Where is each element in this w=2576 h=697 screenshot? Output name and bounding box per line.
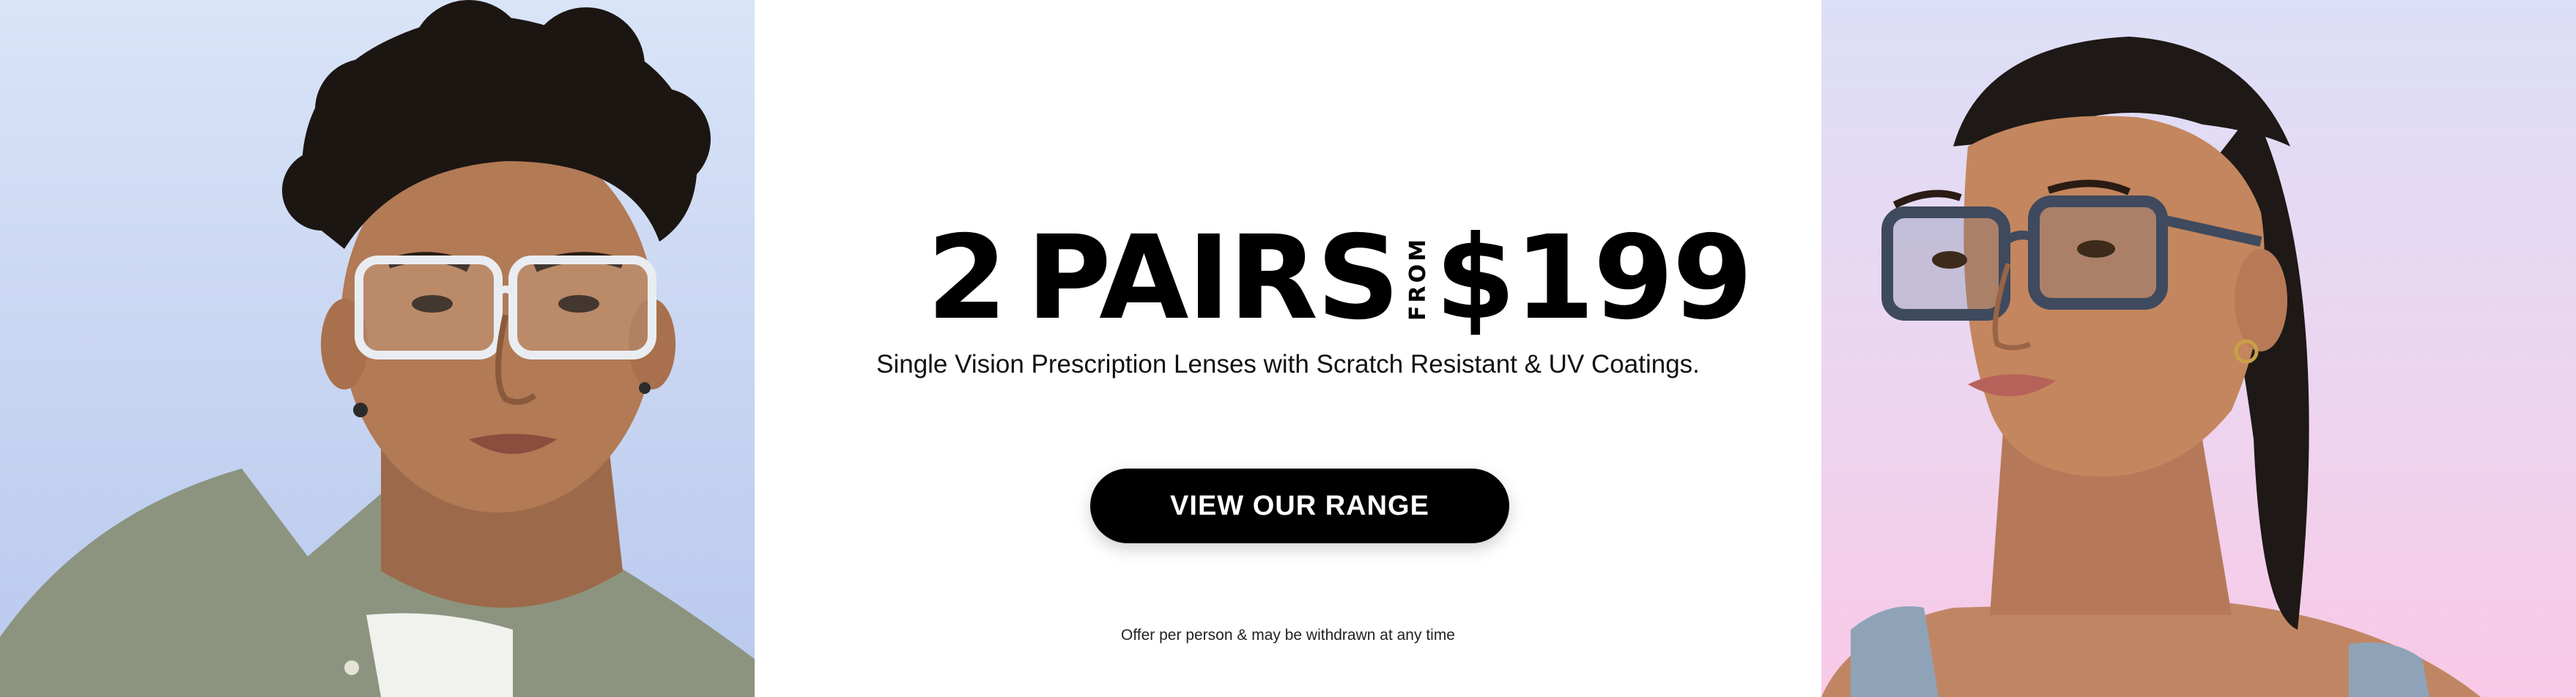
promo-headline: 2 PAIRS FROM $199 [927, 211, 1753, 346]
female-model-image [1821, 37, 2481, 697]
promo-banner: 2 PAIRS FROM $199 Single Vision Prescrip… [0, 0, 2576, 697]
pairs-count: 2 [927, 211, 1007, 346]
price: $199 [1435, 211, 1753, 346]
pairs-label: PAIRS [1026, 211, 1400, 346]
right-model-panel [1821, 0, 2576, 697]
from-label: FROM [1404, 236, 1431, 321]
left-model-panel [0, 0, 755, 697]
offer-disclaimer: Offer per person & may be withdrawn at a… [1121, 627, 1455, 644]
promo-subtitle: Single Vision Prescription Lenses with S… [876, 350, 1700, 379]
promo-content [755, 0, 1821, 697]
male-model-image [0, 0, 755, 697]
view-range-button[interactable]: VIEW OUR RANGE [1090, 469, 1509, 543]
